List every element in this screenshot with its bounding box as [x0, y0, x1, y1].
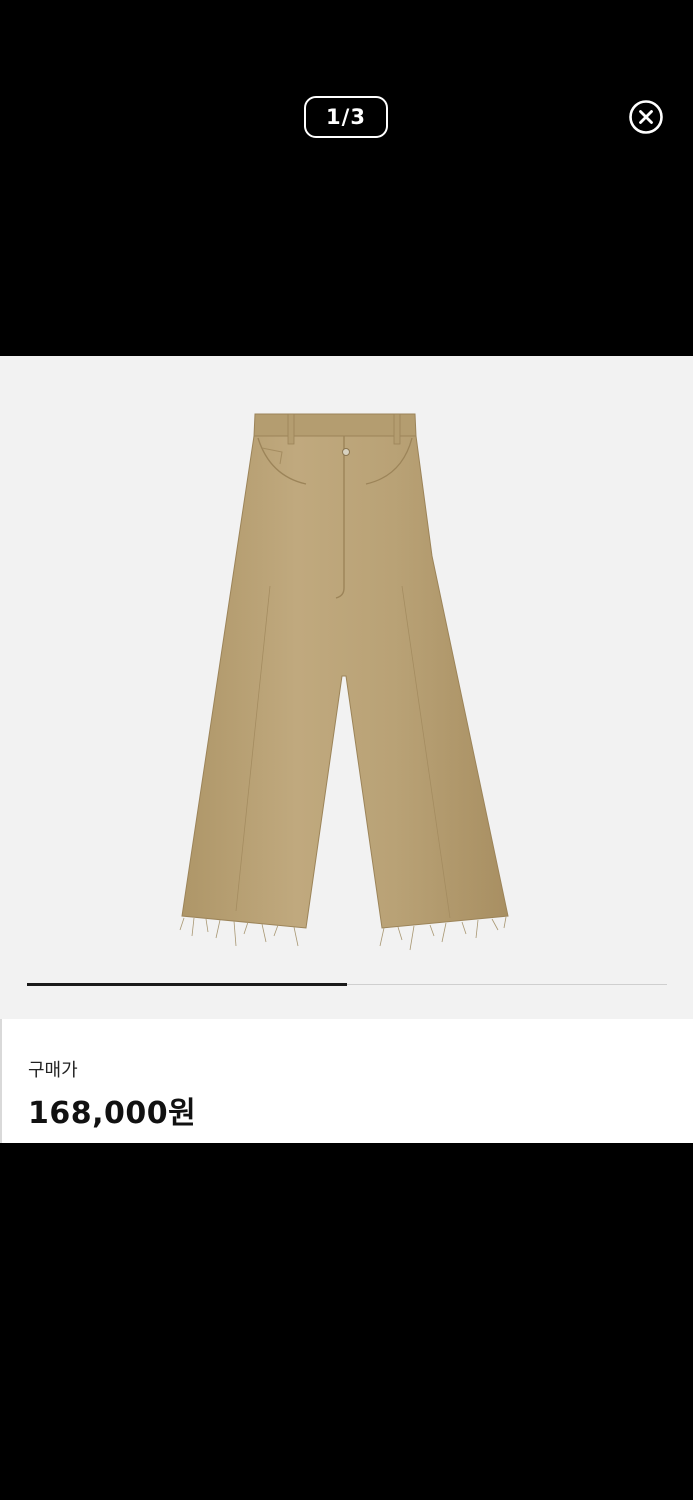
viewer-footer [0, 1143, 693, 1500]
close-circle-icon [629, 100, 663, 134]
gallery-progress-indicator [27, 983, 347, 986]
close-button[interactable] [628, 99, 664, 135]
price-label: 구매가 [28, 1060, 78, 1081]
product-image-viewer[interactable] [0, 356, 693, 1019]
product-image [179, 413, 509, 951]
viewer-header: 1/3 [0, 0, 693, 356]
page-indicator: 1/3 [304, 96, 388, 138]
price-value: 168,000원 [28, 1096, 197, 1131]
price-panel: 구매가 168,000원 [0, 1019, 693, 1143]
